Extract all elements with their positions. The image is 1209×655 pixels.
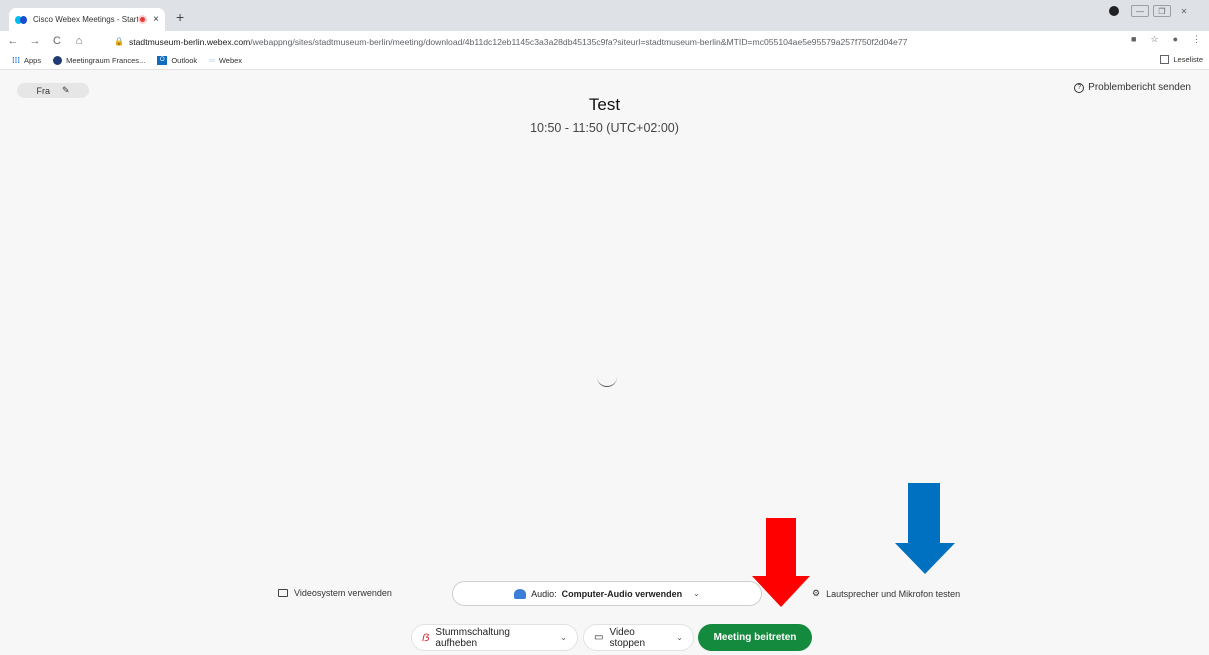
speaker-test-button[interactable]: ⚙ Lautsprecher und Mikrofon testen	[812, 588, 960, 599]
account-icon[interactable]: ●	[1173, 34, 1178, 45]
problem-report-label: Problembericht senden	[1088, 82, 1191, 93]
browser-toolbar: ← → C ⌂ 🔒 stadtmuseum-berlin.webex.com /…	[0, 31, 1209, 51]
back-button[interactable]: ←	[4, 35, 22, 47]
tab-close-button[interactable]: ×	[153, 14, 159, 25]
tab-title: Cisco Webex Meetings - Start	[33, 15, 139, 24]
chevron-down-icon[interactable]: ⌄	[676, 633, 683, 642]
reading-list-button[interactable]: Leseliste	[1160, 55, 1203, 64]
webex-circle-icon	[53, 55, 63, 65]
headset-icon	[514, 588, 527, 599]
stop-video-button[interactable]: ▭ Video stoppen ⌄	[583, 624, 694, 651]
unmute-label: Stummschaltung aufheben	[435, 626, 510, 649]
menu-icon[interactable]: ⋮	[1192, 34, 1201, 45]
red-arrow-head	[752, 576, 810, 607]
new-tab-button[interactable]: +	[176, 9, 184, 25]
chevron-down-icon[interactable]: ⌄	[560, 633, 567, 642]
audio-value: Computer-Audio verwenden	[561, 588, 683, 599]
restore-button[interactable]: ❐	[1153, 5, 1171, 17]
display-name: Fra	[36, 85, 50, 96]
close-window-button[interactable]: ✕	[1175, 5, 1193, 17]
video-system-label: Videosystem verwenden	[294, 588, 392, 598]
apps-grid-icon: ⁞⁞⁞	[12, 55, 20, 65]
red-arrow-shaft	[766, 518, 796, 576]
bookmark-label: Outlook	[171, 55, 198, 65]
loading-spinner-icon	[597, 377, 617, 387]
bookmark-label: Meetingraum Frances...	[66, 55, 146, 65]
address-bar[interactable]: 🔒 stadtmuseum-berlin.webex.com /webappng…	[114, 34, 1074, 49]
cast-icon	[278, 589, 288, 597]
join-controls-row: ẞ Stummschaltung aufheben ⌄ ▭ Video stop…	[0, 624, 1209, 651]
help-icon: ?	[1074, 82, 1085, 93]
reading-list-label: Leseliste	[1173, 55, 1203, 64]
webex-page: Fra ✎ ? Problembericht senden Test 10:50…	[0, 71, 1209, 655]
muted-mic-icon: ẞ	[422, 631, 430, 644]
speaker-test-label: Lautsprecher und Mikrofon testen	[826, 588, 961, 599]
bookmarks-bar: ⁞⁞⁞ Apps Meetingraum Frances... O Outloo…	[0, 51, 1209, 70]
audio-select[interactable]: Audio: Computer-Audio verwenden ⌄	[452, 581, 762, 606]
bookmark-apps[interactable]: ⁞⁞⁞ Apps	[12, 56, 41, 65]
bookmark-meetingraum[interactable]: Meetingraum Frances...	[53, 55, 146, 65]
meeting-title: Test	[588, 95, 621, 114]
profile-icon[interactable]	[1109, 6, 1119, 16]
chevron-down-icon: ⌄	[693, 589, 700, 598]
url-path: /webappng/sites/stadtmuseum-berlin/meeti…	[250, 36, 908, 47]
bookmark-webex[interactable]: ═ Webex	[209, 56, 242, 65]
forward-button[interactable]: →	[26, 35, 44, 47]
browser-tab[interactable]: Cisco Webex Meetings - Start ×	[9, 8, 165, 31]
home-button[interactable]: ⌂	[70, 35, 88, 47]
outlook-icon: O	[157, 55, 168, 65]
reading-list-icon	[1160, 55, 1170, 64]
blue-arrow-head	[895, 543, 955, 574]
audio-prefix: Audio:	[531, 588, 557, 599]
gear-icon: ⚙	[812, 588, 821, 598]
recording-icon	[138, 15, 148, 24]
problem-report-link[interactable]: ? Problembericht senden	[1074, 82, 1191, 93]
join-meeting-button[interactable]: Meeting beitreten	[698, 624, 812, 651]
bookmark-label: Webex	[218, 55, 243, 65]
unmute-button[interactable]: ẞ Stummschaltung aufheben ⌄	[411, 624, 578, 651]
toolbar-actions: ■ ☆ ● ⋮	[1131, 34, 1201, 45]
star-icon[interactable]: ☆	[1150, 34, 1158, 45]
meeting-time: 10:50 - 11:50 (UTC+02:00)	[530, 121, 679, 135]
webex-favicon-icon	[15, 15, 27, 24]
webex-icon: ═	[209, 55, 215, 65]
url-host: stadtmuseum-berlin.webex.com	[128, 36, 251, 47]
browser-tabstrip: Cisco Webex Meetings - Start × + — ❐ ✕	[0, 0, 1209, 31]
bookmark-label: Apps	[24, 55, 42, 65]
lock-icon: 🔒	[114, 37, 124, 46]
audio-options-row: Videosystem verwenden Audio: Computer-Au…	[0, 581, 1209, 607]
stop-video-label: Video stoppen	[609, 626, 646, 649]
bookmark-outlook[interactable]: O Outlook	[157, 55, 198, 65]
camera-icon[interactable]: ■	[1131, 34, 1136, 45]
window-controls: — ❐ ✕	[1109, 5, 1193, 17]
video-camera-icon: ▭	[594, 632, 604, 643]
minimize-button[interactable]: —	[1131, 5, 1149, 17]
reload-button[interactable]: C	[48, 35, 66, 47]
blue-arrow-shaft	[908, 483, 940, 543]
video-system-button[interactable]: Videosystem verwenden	[278, 588, 392, 598]
